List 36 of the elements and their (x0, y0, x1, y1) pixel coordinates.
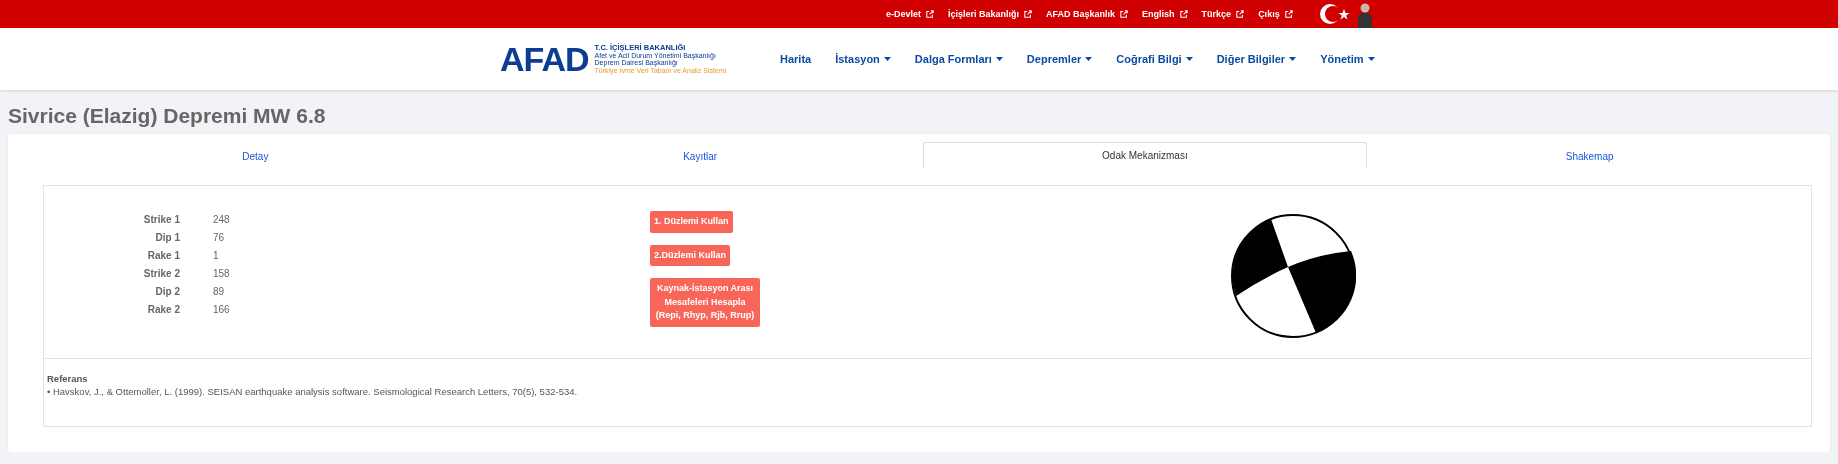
top-link[interactable]: Çıkış (1258, 9, 1293, 19)
tab[interactable]: Odak Mekanizması (922, 142, 1368, 169)
parameter-value: 89 (213, 286, 226, 297)
parameter-label: Dip 1 (154, 232, 180, 243)
external-link-icon (1179, 10, 1188, 18)
parameter-value: 158 (213, 268, 231, 279)
nav-item[interactable]: Coğrafi Bilgi (1116, 53, 1193, 65)
nav-item[interactable]: İstasyon (835, 53, 891, 65)
nav-item[interactable]: Depremler (1026, 53, 1093, 65)
parameter-label: Strike 1 (142, 214, 180, 225)
parameter-label: Rake 2 (146, 304, 180, 315)
top-link[interactable]: English (1142, 9, 1188, 19)
logo-mark: AFAD (500, 39, 589, 79)
nav-item[interactable]: Yönetim (1320, 53, 1375, 65)
top-link[interactable]: AFAD Başkanlık (1046, 9, 1129, 19)
reference-title: Referans (47, 373, 89, 384)
parameter-label: Dip 2 (154, 286, 180, 297)
top-link[interactable]: İçişleri Bakanlığı (948, 9, 1033, 19)
top-link[interactable]: e-Devlet (886, 9, 934, 19)
external-link-icon (1284, 10, 1293, 18)
nav-item[interactable]: Dalga Formları (914, 53, 1003, 65)
parameter-label: Rake 1 (146, 250, 180, 261)
parameter-value: 1 (213, 250, 220, 261)
parameter-value: 248 (213, 214, 231, 225)
parameter-label: Strike 2 (142, 268, 180, 279)
top-link[interactable]: Türkçe (1201, 9, 1245, 19)
parameter-value: 166 (213, 304, 231, 315)
page-title: Sivrice (Elazig) Depremi MW 6.8 (7, 103, 327, 129)
parameter-value: 76 (213, 232, 226, 243)
external-link-icon (926, 10, 934, 18)
nav-item[interactable]: Harita (780, 53, 812, 65)
reference-item: • Havskov, J., & Ottemoller, L. (1999). SEISAN earthquake analysis software. Seismological Research Letters, 70(5), 532-534. (47, 386, 579, 397)
external-link-icon (1024, 10, 1033, 18)
nav-item[interactable]: Diğer Bilgiler (1216, 53, 1297, 65)
external-link-icon (1236, 10, 1245, 18)
external-link-icon (1120, 10, 1129, 18)
